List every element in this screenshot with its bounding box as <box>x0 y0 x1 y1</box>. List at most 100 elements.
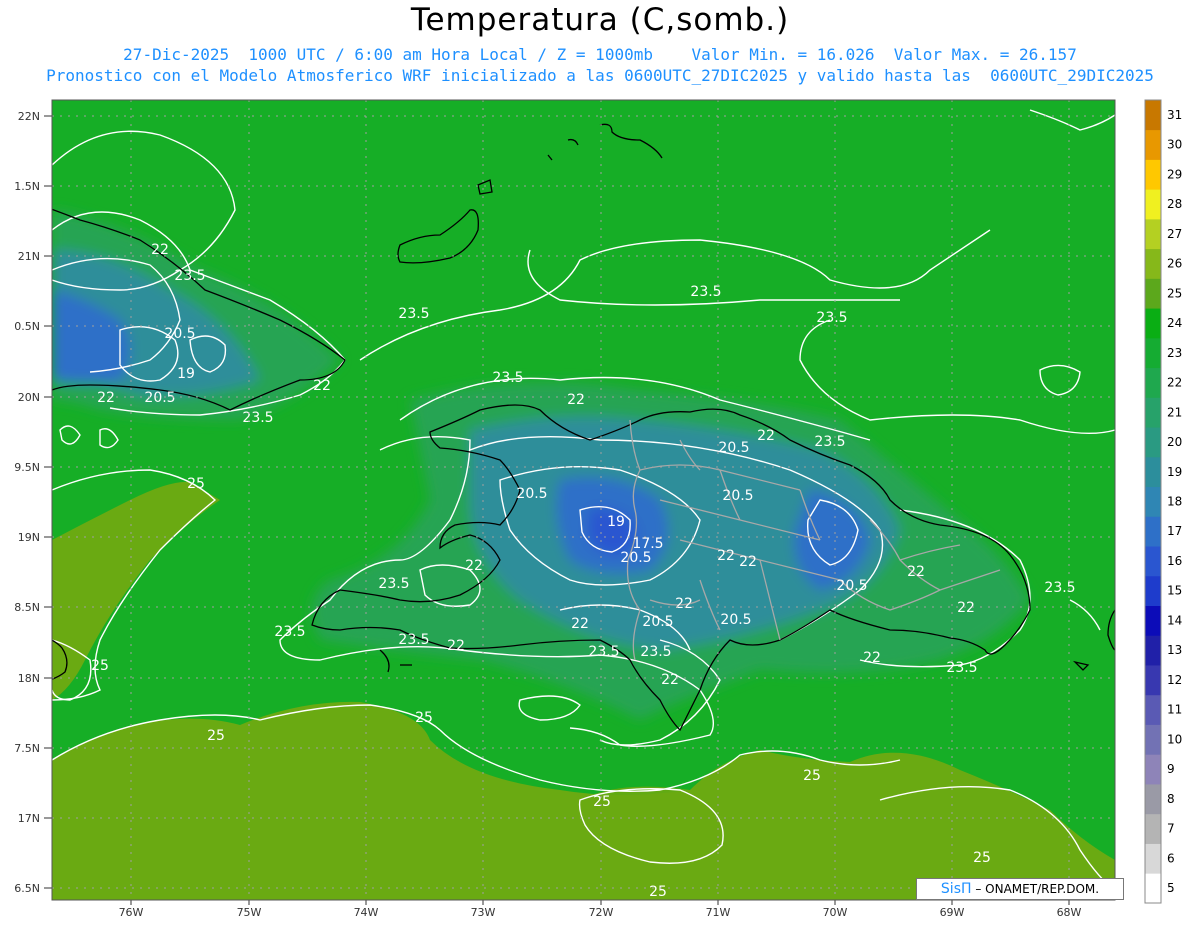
lat-label: 19N <box>18 531 40 544</box>
colorbar-label: 12 <box>1167 673 1182 687</box>
contour-label: 23.5 <box>242 410 273 426</box>
contour-label: 22 <box>863 650 881 666</box>
lat-ticks <box>44 115 52 889</box>
contour-label: 19 <box>607 514 625 530</box>
colorbar-swatch <box>1145 159 1161 190</box>
colorbar-swatch <box>1145 605 1161 636</box>
contour-label: 22 <box>567 392 585 408</box>
colorbar-swatch <box>1145 456 1161 488</box>
contour-label: 23.5 <box>398 306 429 322</box>
colorbar-swatch <box>1145 129 1161 160</box>
contour-label: 25 <box>415 710 433 726</box>
colorbar-label: 13 <box>1167 643 1182 657</box>
colorbar-label: 27 <box>1167 227 1182 241</box>
contour-label: 25 <box>187 476 205 492</box>
contour-label: 23.5 <box>816 310 847 326</box>
colorbar-label: 22 <box>1167 376 1182 390</box>
colorbar-swatch <box>1145 784 1161 815</box>
colorbar-label: 26 <box>1167 257 1182 271</box>
colorbar-swatch <box>1145 100 1161 131</box>
contour-label: 22 <box>97 390 115 406</box>
contour-label: 23.5 <box>690 284 721 300</box>
colorbar-label: 11 <box>1167 703 1182 717</box>
colorbar-label: 6 <box>1167 851 1175 865</box>
contour-label: 20.5 <box>836 578 867 594</box>
colorbar-swatch <box>1145 308 1161 339</box>
contour-label: 22 <box>675 596 693 612</box>
colorbar-label: 8 <box>1167 792 1175 806</box>
colorbar-swatch <box>1145 813 1161 844</box>
lat-label: 20N <box>18 391 40 404</box>
contour-label: 22 <box>313 378 331 394</box>
colorbar-label: 29 <box>1167 167 1182 181</box>
contour-label: 20.5 <box>642 614 673 630</box>
contour-label: 19 <box>177 366 195 382</box>
contour-label: 23.5 <box>398 632 429 648</box>
colorbar-label: 31 <box>1167 108 1182 122</box>
contour-label: 23.5 <box>640 644 671 660</box>
contour-label: 23.5 <box>588 644 619 660</box>
lat-label: 6.5N <box>14 882 40 895</box>
longitude-axis: 76W 75W 74W 73W 72W 71W 70W 69W 68W <box>119 906 1082 919</box>
credit-box: SisΠ – ONAMET/REP.DOM. <box>916 878 1124 900</box>
colorbar-label: 17 <box>1167 524 1182 538</box>
lon-label: 75W <box>237 906 262 919</box>
lon-label: 71W <box>706 906 731 919</box>
contour-label: 23.5 <box>814 434 845 450</box>
colorbar-label: 10 <box>1167 732 1182 746</box>
contour-label: 25 <box>803 768 821 784</box>
credit-text: – ONAMET/REP.DOM. <box>975 882 1100 896</box>
contour-label: 22 <box>739 554 757 570</box>
contour-label: 22 <box>757 428 775 444</box>
contour-label: 22 <box>957 600 975 616</box>
colorbar-swatch <box>1145 694 1161 725</box>
contour-label: 22 <box>661 672 679 688</box>
contour-label: 25 <box>973 850 991 866</box>
colorbar-label: 28 <box>1167 197 1182 211</box>
lon-label: 68W <box>1057 906 1082 919</box>
colorbar-swatch <box>1145 486 1161 517</box>
lat-label: 7.5N <box>14 742 40 755</box>
colorbar-swatch <box>1145 546 1161 577</box>
contour-label: 22 <box>465 558 483 574</box>
lat-label: 8.5N <box>14 601 40 614</box>
lon-label: 70W <box>823 906 848 919</box>
contour-label: 23.5 <box>492 370 523 386</box>
contour-label: 22 <box>151 242 169 258</box>
colorbar-label: 23 <box>1167 346 1182 360</box>
lon-label: 69W <box>940 906 965 919</box>
colorbar-swatch <box>1145 248 1161 279</box>
colorbar-swatch <box>1145 218 1161 250</box>
contour-label: 23.5 <box>378 576 409 592</box>
lon-ticks <box>130 900 1070 905</box>
colorbar-swatch <box>1145 843 1161 874</box>
contour-label: 20.5 <box>620 550 651 566</box>
colorbar-swatch <box>1145 337 1161 369</box>
contour-label: 20.5 <box>144 390 175 406</box>
colorbar-label: 9 <box>1167 762 1175 776</box>
colorbar-swatch <box>1145 427 1161 458</box>
contour-label: 22 <box>907 564 925 580</box>
contour-label: 25 <box>593 794 611 810</box>
colorbar: 5 6 7 8 9 10 11 12 13 14 15 16 17 18 19 20 21 22 23 24 25 26 2… <box>1144 99 1182 904</box>
lon-label: 73W <box>471 906 496 919</box>
map-figure: 22 23.5 20.5 19 22 20.5 23.5 23.5 23.5 2… <box>14 99 1182 919</box>
colorbar-swatch <box>1145 575 1161 606</box>
colorbar-label: 20 <box>1167 435 1182 449</box>
colorbar-swatch <box>1145 635 1161 666</box>
lat-label: 9.5N <box>14 461 40 474</box>
colorbar-swatch <box>1145 724 1161 755</box>
contour-label: 25 <box>207 728 225 744</box>
colorbar-label: 7 <box>1167 822 1175 836</box>
colorbar-swatch <box>1145 367 1161 398</box>
contour-label: 23.5 <box>274 624 305 640</box>
contour-label: 25 <box>649 884 667 900</box>
credit-brand: SisΠ <box>940 881 972 897</box>
contour-label: 23.5 <box>946 660 977 676</box>
contour-label: 20.5 <box>718 440 749 456</box>
contour-label: 22 <box>571 616 589 632</box>
lon-label: 72W <box>589 906 614 919</box>
lat-label: 17N <box>18 812 40 825</box>
colorbar-swatch <box>1145 278 1161 309</box>
colorbar-swatch <box>1145 516 1161 547</box>
